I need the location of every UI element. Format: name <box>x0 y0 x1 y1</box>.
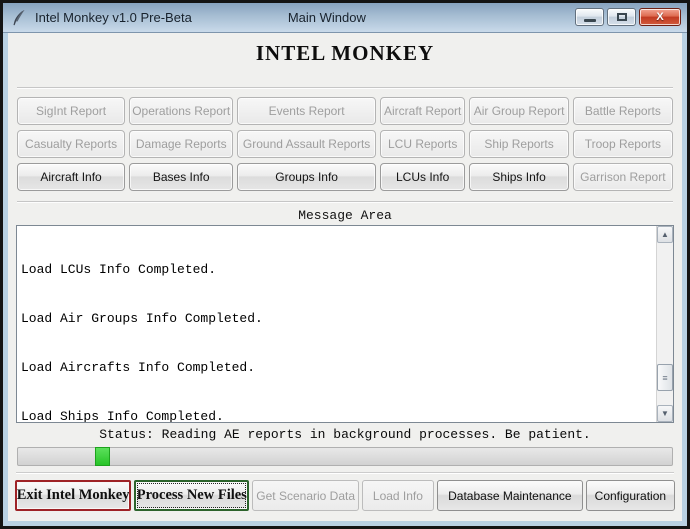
chevron-up-icon: ▲ <box>661 230 669 239</box>
groups-info-button[interactable]: Groups Info <box>237 163 376 191</box>
window-body: INTEL MONKEY SigInt Report Operations Re… <box>3 33 687 526</box>
configuration-button[interactable]: Configuration <box>585 480 675 511</box>
load-info-button[interactable]: Load Info <box>361 480 434 511</box>
minimize-button[interactable] <box>575 8 604 26</box>
report-button-grid: SigInt Report Operations Report Events R… <box>17 97 673 191</box>
aircraft-report-button[interactable]: Aircraft Report <box>379 97 466 125</box>
casualty-reports-button[interactable]: Casualty Reports <box>17 130 126 158</box>
scrollbar-thumb[interactable]: ≡ <box>657 364 673 391</box>
close-button[interactable]: X <box>639 8 681 26</box>
titlebar: Intel Monkey v1.0 Pre-Beta Main Window X <box>3 3 687 33</box>
troop-reports-button[interactable]: Troop Reports <box>572 130 673 158</box>
header: INTEL MONKEY <box>15 33 675 85</box>
process-new-files-button[interactable]: Process New Files <box>134 480 250 511</box>
ship-reports-button[interactable]: Ship Reports <box>469 130 569 158</box>
log-line: Load Ships Info Completed. <box>21 409 224 423</box>
progress-indicator <box>95 447 110 466</box>
message-log[interactable]: Load LCUs Info Completed. Load Air Group… <box>17 226 656 422</box>
progress-bar <box>17 447 673 466</box>
status-text: Status: Reading AE reports in background… <box>99 427 591 442</box>
sigint-report-button[interactable]: SigInt Report <box>17 97 126 125</box>
bottom-button-row: Exit Intel Monkey Process New Files Get … <box>15 480 675 511</box>
chevron-down-icon: ▼ <box>661 409 669 418</box>
bases-info-button[interactable]: Bases Info <box>129 163 234 191</box>
ships-info-button[interactable]: Ships Info <box>469 163 569 191</box>
maximize-button[interactable] <box>607 8 636 26</box>
app-title: Intel Monkey v1.0 Pre-Beta <box>35 10 192 25</box>
ground-assault-reports-button[interactable]: Ground Assault Reports <box>237 130 376 158</box>
separator-middle <box>17 201 673 203</box>
message-area: Load LCUs Info Completed. Load Air Group… <box>16 225 674 423</box>
app-window: Intel Monkey v1.0 Pre-Beta Main Window X… <box>0 0 690 529</box>
lcus-info-button[interactable]: LCUs Info <box>379 163 466 191</box>
window-label: Main Window <box>287 10 366 25</box>
feather-icon <box>13 9 25 25</box>
log-line: Load LCUs Info Completed. <box>21 261 217 277</box>
log-line: Load Aircrafts Info Completed. <box>21 360 256 376</box>
database-maintenance-button[interactable]: Database Maintenance <box>436 480 583 511</box>
aircraft-info-button[interactable]: Aircraft Info <box>17 163 126 191</box>
scroll-up-button[interactable]: ▲ <box>657 226 673 243</box>
separator-top <box>17 87 673 89</box>
exit-intel-monkey-button[interactable]: Exit Intel Monkey <box>15 480 132 511</box>
maximize-icon <box>616 13 627 21</box>
events-report-button[interactable]: Events Report <box>237 97 376 125</box>
minimize-icon <box>583 19 596 22</box>
message-area-label: Message Area <box>298 208 392 223</box>
close-icon: X <box>656 11 664 23</box>
window-controls: X <box>575 8 681 26</box>
damage-reports-button[interactable]: Damage Reports <box>129 130 234 158</box>
grip-icon: ≡ <box>662 372 668 383</box>
scroll-down-button[interactable]: ▼ <box>657 405 673 422</box>
air-group-report-button[interactable]: Air Group Report <box>469 97 569 125</box>
log-line: Load Air Groups Info Completed. <box>21 311 263 327</box>
vertical-scrollbar[interactable]: ▲ ≡ ▼ <box>656 226 673 422</box>
lcu-reports-button[interactable]: LCU Reports <box>379 130 466 158</box>
garrison-report-button[interactable]: Garrison Report <box>572 163 673 191</box>
battle-reports-button[interactable]: Battle Reports <box>572 97 673 125</box>
get-scenario-data-button[interactable]: Get Scenario Data <box>252 480 359 511</box>
operations-report-button[interactable]: Operations Report <box>129 97 234 125</box>
separator-bottom <box>16 472 674 474</box>
page-title: INTEL MONKEY <box>255 41 435 65</box>
